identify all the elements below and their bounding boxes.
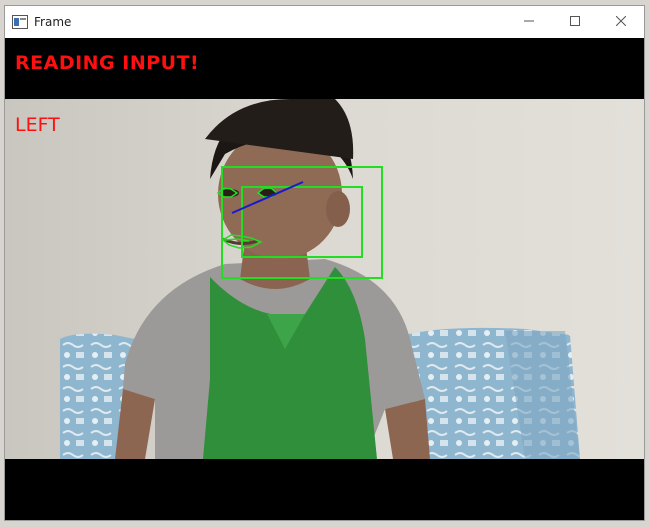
video-frame-area: READING INPUT! LEFT	[5, 38, 644, 520]
direction-text: LEFT	[15, 114, 60, 136]
webcam-feed	[5, 99, 644, 459]
webcam-image	[5, 99, 644, 459]
minimize-button[interactable]	[506, 6, 552, 38]
window-title: Frame	[34, 15, 72, 29]
minimize-icon	[524, 13, 534, 31]
close-button[interactable]	[598, 6, 644, 38]
close-icon	[615, 13, 627, 31]
frame-window: Frame READING INPUT! LEFT	[4, 5, 645, 521]
title-bar[interactable]: Frame	[5, 6, 644, 38]
maximize-button[interactable]	[552, 6, 598, 38]
bottom-band	[5, 459, 644, 520]
maximize-icon	[570, 13, 580, 31]
status-text: READING INPUT!	[15, 52, 200, 74]
frame-app-icon	[12, 15, 28, 29]
